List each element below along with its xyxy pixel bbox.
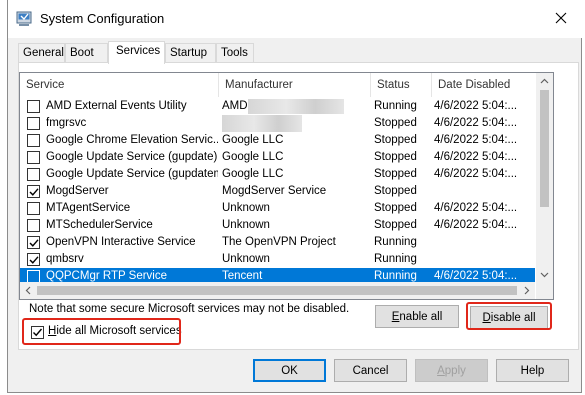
tab-tools[interactable]: Tools (216, 43, 254, 63)
column-header-manufacturer[interactable]: Manufacturer (219, 73, 370, 97)
date-disabled-cell: 4/6/2022 5:04:... (434, 100, 518, 112)
date-disabled-cell: 4/6/2022 5:04:... (434, 134, 518, 146)
manufacturer-cell: Tencent (222, 270, 263, 282)
date-disabled-cell: 4/6/2022 5:04:... (434, 202, 518, 214)
cancel-button[interactable]: Cancel (334, 359, 407, 382)
service-name-cell: qmbsrv (46, 253, 84, 265)
manufacturer-cell: Unknown (222, 219, 270, 231)
status-cell: Stopped (374, 168, 417, 180)
column-header-service[interactable]: Service (20, 73, 218, 97)
service-name-cell: fmgrsvc (46, 117, 87, 129)
tab-strip: General Boot Services Startup Tools (18, 41, 578, 64)
tab-startup[interactable]: Startup (165, 43, 216, 63)
close-button[interactable] (549, 8, 573, 28)
ok-button[interactable]: OK (253, 359, 326, 382)
manufacturer-cell: Google LLC (222, 151, 284, 163)
secure-services-note: Note that some secure Microsoft services… (29, 303, 350, 315)
scroll-down-arrow-icon (540, 272, 549, 278)
checkmark-icon (29, 239, 39, 247)
scroll-right-arrow-icon (524, 286, 530, 295)
tab-general[interactable]: General (18, 43, 65, 63)
service-checkbox[interactable] (27, 117, 40, 130)
vertical-scroll-thumb[interactable] (540, 90, 549, 207)
help-button[interactable]: Help (496, 359, 569, 382)
service-name-cell: OpenVPN Interactive Service (46, 236, 196, 248)
title-bar[interactable]: System Configuration (8, 0, 583, 38)
highlight-disable-all (466, 302, 552, 330)
services-list[interactable]: Service Manufacturer Status Date Disable… (19, 72, 554, 300)
highlight-hide-microsoft-services (22, 318, 181, 345)
table-row[interactable]: qmbsrv Unknown Running (20, 251, 535, 268)
service-checkbox[interactable] (27, 253, 40, 266)
status-cell: Running (374, 236, 417, 248)
scroll-left-arrow-icon (25, 286, 31, 295)
msconfig-icon (16, 10, 32, 26)
tab-services[interactable]: Services (108, 41, 165, 64)
service-name-cell: Google Update Service (gupdate) (46, 151, 218, 163)
table-row[interactable]: Google Update Service (gupdate) Google LL… (20, 149, 535, 166)
table-row[interactable]: Google Update Service (gupdatem) Google L… (20, 166, 535, 183)
enable-all-button[interactable]: Enable all (375, 305, 459, 328)
status-cell: Stopped (374, 151, 417, 163)
table-row[interactable]: MTSchedulerService Unknown Stopped 4/6/2022… (20, 217, 535, 234)
scroll-up-arrow-icon (540, 78, 549, 84)
manufacturer-cell: Google LLC (222, 168, 284, 180)
status-cell: Stopped (374, 185, 417, 197)
apply-button[interactable]: Apply (415, 359, 488, 382)
date-disabled-cell: 4/6/2022 5:04:... (434, 270, 518, 282)
status-cell: Running (374, 253, 417, 265)
service-checkbox[interactable] (27, 151, 40, 164)
scrollbar-corner (536, 282, 553, 299)
window-title: System Configuration (40, 11, 165, 26)
status-cell: Running (374, 100, 417, 112)
service-name-cell: MTSchedulerService (46, 219, 153, 231)
table-row[interactable]: AMD External Events Utility AMD Running 4/6… (20, 98, 535, 115)
date-disabled-cell: 4/6/2022 5:04:... (434, 117, 518, 129)
service-checkbox[interactable] (27, 168, 40, 181)
horizontal-scrollbar[interactable] (20, 282, 535, 299)
service-name-cell: MTAgentService (46, 202, 131, 214)
manufacturer-cell: Unknown (222, 202, 270, 214)
tab-boot[interactable]: Boot (65, 43, 108, 63)
table-row[interactable]: MogdServer MogdServer Service Stopped (20, 183, 535, 200)
checkmark-icon (29, 188, 39, 196)
service-name-cell: Google Chrome Elevation Servic... (46, 134, 218, 146)
service-name-cell: QQPCMgr RTP Service (46, 270, 167, 282)
date-disabled-cell: 4/6/2022 5:04:... (434, 151, 518, 163)
date-disabled-cell: 4/6/2022 5:04:... (434, 219, 518, 231)
manufacturer-cell: The OpenVPN Project (222, 236, 336, 248)
status-cell: Stopped (374, 117, 417, 129)
table-row[interactable]: Google Chrome Elevation Servic... Google … (20, 132, 535, 149)
manufacturer-cell: Google LLC (222, 134, 284, 146)
redacted-region (222, 115, 302, 132)
service-checkbox[interactable] (27, 219, 40, 232)
service-checkbox[interactable] (27, 202, 40, 215)
service-name-cell: MogdServer (46, 185, 109, 197)
vertical-scrollbar[interactable] (536, 73, 553, 283)
status-cell: Stopped (374, 202, 417, 214)
status-cell: Stopped (374, 219, 417, 231)
service-checkbox[interactable] (27, 100, 40, 113)
redacted-region (248, 99, 344, 114)
service-name-cell: AMD External Events Utility (46, 100, 187, 112)
service-checkbox[interactable] (27, 134, 40, 147)
date-disabled-cell: 4/6/2022 5:04:... (434, 168, 518, 180)
service-name-cell: Google Update Service (gupdatem) (46, 168, 218, 180)
manufacturer-cell: Unknown (222, 253, 270, 265)
service-checkbox[interactable] (27, 185, 40, 198)
status-cell: Stopped (374, 134, 417, 146)
checkmark-icon (29, 256, 39, 264)
table-row[interactable]: OpenVPN Interactive Service The OpenVPN P… (20, 234, 535, 251)
table-row[interactable]: MTAgentService Unknown Stopped 4/6/2022 5:0… (20, 200, 535, 217)
table-row[interactable]: fmgrsvc Stopped 4/6/2022 5:04:... (20, 115, 535, 132)
status-cell: Running (374, 270, 417, 282)
column-header-status[interactable]: Status (371, 73, 431, 97)
service-checkbox[interactable] (27, 236, 40, 249)
manufacturer-cell: MogdServer Service (222, 185, 327, 197)
close-icon (555, 12, 567, 24)
column-header-date-disabled[interactable]: Date Disabled (432, 73, 535, 97)
horizontal-scroll-thumb[interactable] (37, 286, 517, 295)
